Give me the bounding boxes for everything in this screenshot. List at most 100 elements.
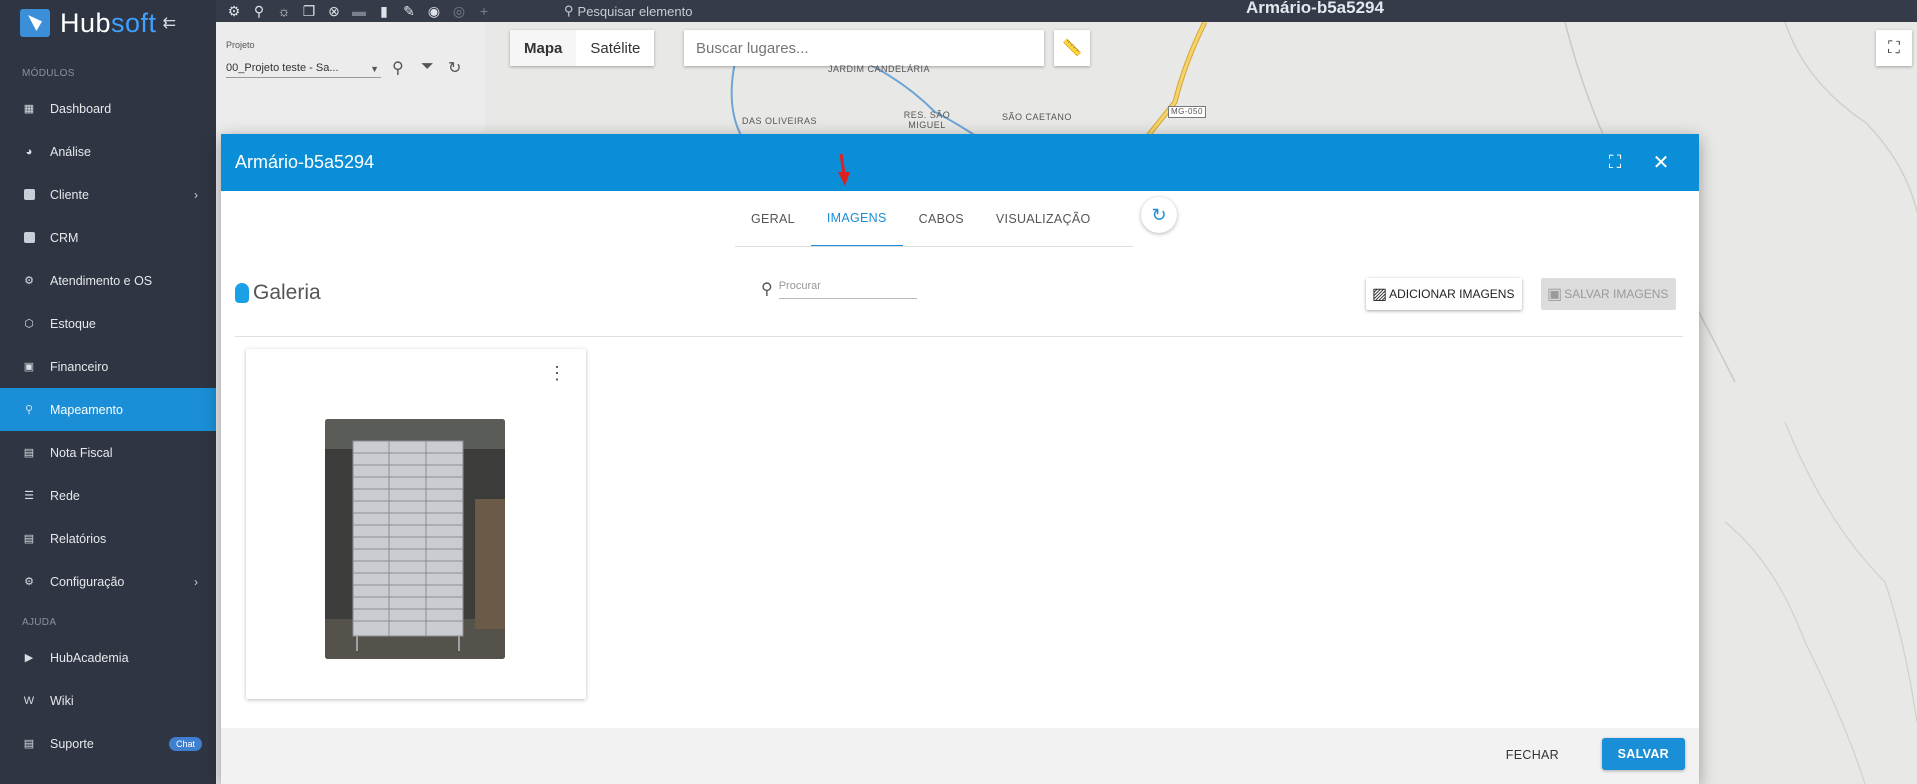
refresh-icon: ↻ (1151, 204, 1167, 225)
add-photo-icon: ▨ (1372, 286, 1388, 303)
refresh-button[interactable]: ↻ (1141, 197, 1177, 233)
tab-imagens[interactable]: IMAGENS (810, 191, 903, 247)
sidebar-item-nota-fiscal[interactable]: ▤ Nota Fiscal (0, 431, 216, 474)
refresh-icon[interactable]: ↻ (448, 58, 461, 78)
more-vert-icon[interactable]: ⋮ (548, 363, 566, 384)
section-label-modules: MÓDULOS (22, 68, 75, 79)
fullscreen-icon[interactable]: ⛶ (1603, 150, 1627, 174)
wiki-icon: W (23, 694, 35, 707)
sidebar-item-mapeamento[interactable]: ⚲ Mapeamento (0, 388, 216, 431)
element-search-input[interactable]: Pesquisar elemento (578, 4, 693, 19)
save-icon: ▣ (1547, 286, 1563, 303)
map-type-toggle: Mapa Satélite (510, 30, 655, 66)
gear-icon: ⚙ (24, 576, 34, 588)
sidebar-item-hubacademia[interactable]: ▶ HubAcademia (0, 636, 216, 679)
edit-icon[interactable]: ✎ (401, 3, 417, 19)
map-pin-icon: ⚲ (24, 404, 34, 416)
box-icon: ⬡ (24, 318, 34, 330)
element-modal: Armário-b5a5294 ⛶ ✕ GERAL IMAGENS CABOS … (221, 134, 1699, 784)
sidebar-item-atendimento[interactable]: ⚙ Atendimento e OS (0, 259, 216, 302)
map-label: SÃO CAETANO (1002, 112, 1072, 122)
contact-card-icon (22, 188, 36, 202)
sidebar-item-estoque[interactable]: ⬡ Estoque (0, 302, 216, 345)
report-icon: ▤ (23, 533, 35, 545)
save-images-button[interactable]: ▣ SALVAR IMAGENS (1541, 278, 1677, 310)
filter-icon[interactable]: ⏷ (421, 58, 434, 76)
folder-icon[interactable]: ▬ (351, 3, 367, 19)
copy-icon[interactable]: ❐ (301, 3, 317, 19)
sidebar-item-relatorios[interactable]: ▤ Relatórios (0, 517, 216, 560)
eye-icon[interactable]: ◉ (426, 3, 442, 19)
red-arrow-annotation (838, 153, 850, 186)
chat-badge[interactable]: Chat (168, 736, 202, 751)
tab-geral[interactable]: GERAL (735, 191, 811, 247)
tab-cabos[interactable]: CABOS (903, 191, 980, 247)
tab-visualizacao[interactable]: VISUALIZAÇÃO (980, 191, 1107, 247)
settings-icon[interactable]: ⚙ (226, 3, 242, 19)
sidebar-item-dashboard[interactable]: ▦ Dashboard (0, 87, 216, 130)
sidebar-item-configuracao[interactable]: ⚙ Configuração › (0, 560, 216, 603)
map-type-map-button[interactable]: Mapa (510, 30, 577, 66)
add-images-button[interactable]: ▨ ADICIONAR IMAGENS (1366, 278, 1523, 310)
brand: Hubsoft ⇇ (0, 0, 216, 46)
top-toolbar: ⚙ ⚲ ☼ ❐ ⊗ ▬ ▮ ✎ ◉ ◎ + ⚲ Pesquisar elemen… (216, 0, 1917, 22)
element-search[interactable]: ⚲ Pesquisar elemento (564, 3, 692, 19)
lightbulb-icon (235, 283, 249, 303)
search-icon: ⚲ (564, 3, 574, 18)
project-label: Projeto (226, 40, 255, 50)
map-places-search[interactable]: Buscar lugares... (684, 30, 1044, 66)
map-label: DAS OLIVEIRAS (742, 116, 818, 126)
play-icon: ▶ (24, 652, 34, 664)
image-card[interactable]: ⋮ (246, 349, 586, 699)
close-icon[interactable]: ✕ (1649, 150, 1673, 174)
project-select[interactable]: 00_Projeto teste - Sa... ▼ (226, 62, 381, 78)
crm-icon (22, 231, 36, 245)
pie-chart-icon: ◕ (25, 145, 33, 158)
map-fullscreen-icon[interactable]: ⛶ (1876, 30, 1912, 66)
brand-name: Hubsoft (60, 7, 157, 38)
sidebar-item-wiki[interactable]: W Wiki (0, 679, 216, 722)
dashboard-icon: ▦ (23, 103, 35, 115)
ruler-icon[interactable]: 📏 (1054, 30, 1090, 66)
modal-header: Armário-b5a5294 ⛶ ✕ (221, 134, 1699, 191)
service-icon: ⚙ (24, 275, 34, 287)
sidebar: Hubsoft ⇇ MÓDULOS ▦ Dashboard ◕ Análise Cl… (0, 0, 216, 784)
save-button[interactable]: SALVAR (1601, 738, 1685, 770)
sidebar-item-analise[interactable]: ◕ Análise (0, 130, 216, 173)
sidebar-item-cliente[interactable]: Cliente › (0, 173, 216, 216)
lightbulb-icon[interactable]: ☼ (276, 3, 292, 19)
cancel-icon[interactable]: ⊗ (326, 3, 342, 19)
map-type-satellite-button[interactable]: Satélite (576, 30, 654, 66)
location-pin-icon[interactable]: ⚲ (392, 58, 404, 78)
modal-tabs: GERAL IMAGENS CABOS VISUALIZAÇÃO (735, 191, 1107, 247)
modal-footer: FECHAR SALVAR (221, 728, 1699, 784)
sidebar-item-financeiro[interactable]: ▣ Financeiro (0, 345, 216, 388)
plus-icon[interactable]: + (476, 3, 492, 19)
highway-shield: MG-050 (1168, 106, 1206, 118)
target-icon[interactable]: ◎ (451, 3, 467, 19)
collapse-arrow-icon[interactable]: ⇇ (163, 13, 176, 33)
money-icon: ▣ (23, 361, 35, 373)
topbar-title: Armário-b5a5294 (1246, 0, 1384, 17)
chevron-right-icon: › (194, 187, 198, 202)
invoice-icon: ▤ (23, 447, 35, 459)
close-button[interactable]: FECHAR (1496, 742, 1569, 768)
map-label: JARDIM CANDELÁRIA (828, 64, 931, 74)
support-icon: ▤ (23, 738, 35, 750)
search-icon: ⚲ (761, 280, 773, 298)
delete-icon[interactable]: ▮ (376, 3, 392, 19)
chevron-right-icon: › (194, 574, 198, 589)
cabinet-photo[interactable] (325, 419, 505, 659)
sidebar-item-crm[interactable]: CRM (0, 216, 216, 259)
tabs-divider (735, 246, 1133, 247)
hubsoft-logo-icon (20, 9, 50, 37)
add-pin-icon[interactable]: ⚲ (251, 3, 267, 19)
map-label: RES. SÃO MIGUEL (903, 110, 951, 130)
gallery-title: Galeria (235, 281, 321, 305)
cabinet-photo-illustration (325, 419, 505, 659)
gallery-search[interactable]: ⚲ Procurar (761, 278, 917, 299)
gallery-search-input[interactable]: Procurar (778, 278, 917, 299)
sidebar-item-rede[interactable]: ☰ Rede (0, 474, 216, 517)
sidebar-item-suporte[interactable]: ▤ Suporte Chat (0, 722, 216, 765)
section-label-help: AJUDA (22, 617, 57, 628)
